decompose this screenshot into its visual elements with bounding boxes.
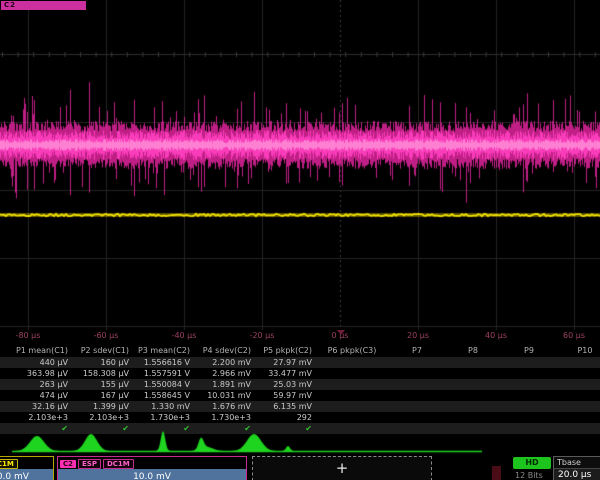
measure-row-sdev: 32.16 µV 1.399 µV 1.330 mV 1.676 mV 6.13… bbox=[0, 401, 600, 412]
measure-value: 155 µV bbox=[71, 379, 132, 390]
descriptor-bar: C1 DC1M 10.0 mV C2 ESP DC1M 10.0 mV + HD… bbox=[0, 456, 600, 480]
time-label: -20 µs bbox=[250, 331, 275, 340]
measure-value: 10.031 mV bbox=[193, 390, 254, 401]
measure-value: 292 bbox=[254, 412, 315, 423]
measure-value: 33.477 mV bbox=[254, 368, 315, 379]
measure-value: 1.730e+3 bbox=[193, 412, 254, 423]
add-trace-button[interactable]: + bbox=[252, 456, 432, 480]
measure-value: 363.98 µV bbox=[10, 368, 71, 379]
measure-value: 2.966 mV bbox=[193, 368, 254, 379]
measurement-histicons bbox=[0, 429, 600, 456]
measure-value: 1.676 mV bbox=[193, 401, 254, 412]
timebase-descriptor[interactable]: Tbase 20.0 µs bbox=[553, 456, 600, 480]
measure-value: 2.103e+3 bbox=[71, 412, 132, 423]
measure-value: 1.330 mV bbox=[132, 401, 193, 412]
trace-annotation-chip[interactable]: C2 bbox=[1, 1, 86, 10]
measure-value: 1.891 mV bbox=[193, 379, 254, 390]
measure-value: 160 µV bbox=[71, 357, 132, 368]
timebase-title: Tbase bbox=[554, 457, 600, 469]
time-label: -40 µs bbox=[172, 331, 197, 340]
measure-header-p8[interactable]: P8 bbox=[445, 345, 501, 357]
measure-row-num: 2.103e+3 2.103e+3 1.730e+3 1.730e+3 292 bbox=[0, 412, 600, 423]
measure-header-p6[interactable]: P6 pkpk(C3) bbox=[315, 345, 389, 357]
trigger-position-icon[interactable] bbox=[337, 330, 345, 335]
trigger-descriptor-partial[interactable] bbox=[492, 466, 501, 480]
measure-row-mean: 363.98 µV 158.308 µV 1.557591 V 2.966 mV… bbox=[0, 368, 600, 379]
measure-value: 27.97 mV bbox=[254, 357, 315, 368]
measure-value: 1.557591 V bbox=[132, 368, 193, 379]
measure-row-value: 440 µV 160 µV 1.556616 V 2.200 mV 27.97 … bbox=[0, 357, 600, 368]
time-label: 20 µs bbox=[407, 331, 429, 340]
measurement-header-row: P1 mean(C1) P2 sdev(C1) P3 mean(C2) P4 s… bbox=[0, 345, 600, 357]
measure-row-min: 263 µV 155 µV 1.550084 V 1.891 mV 25.03 … bbox=[0, 379, 600, 390]
measure-header-p3[interactable]: P3 mean(C2) bbox=[132, 345, 193, 357]
measure-value: 440 µV bbox=[10, 357, 71, 368]
measure-header-p5[interactable]: P5 pkpk(C2) bbox=[254, 345, 315, 357]
measure-header-p10[interactable]: P10 bbox=[557, 345, 600, 357]
measure-value: 2.103e+3 bbox=[10, 412, 71, 423]
timebase-value: 20.0 µs bbox=[554, 469, 600, 480]
measure-header-p4[interactable]: P4 sdev(C2) bbox=[193, 345, 254, 357]
channel-c2-descriptor[interactable]: C2 ESP DC1M 10.0 mV bbox=[57, 456, 247, 480]
measure-header-p9[interactable]: P9 bbox=[501, 345, 557, 357]
c2-coupling-badge: DC1M bbox=[103, 459, 134, 469]
time-axis: -80 µs -60 µs -40 µs -20 µs 0 µs 20 µs 4… bbox=[0, 330, 600, 344]
measurement-table: P1 mean(C1) P2 sdev(C1) P3 mean(C2) P4 s… bbox=[0, 345, 600, 434]
measure-value: 474 µV bbox=[10, 390, 71, 401]
time-label: -60 µs bbox=[94, 331, 119, 340]
hd-mode-badge[interactable]: HD bbox=[513, 457, 551, 469]
measure-value: 1.399 µV bbox=[71, 401, 132, 412]
c1-vdiv-value: 10.0 mV bbox=[0, 469, 53, 480]
measure-value: 25.03 mV bbox=[254, 379, 315, 390]
measure-value: 6.135 mV bbox=[254, 401, 315, 412]
measure-value: 263 µV bbox=[10, 379, 71, 390]
measure-value: 32.16 µV bbox=[10, 401, 71, 412]
measure-value: 1.558645 V bbox=[132, 390, 193, 401]
time-label: -80 µs bbox=[16, 331, 41, 340]
measure-value: 1.556616 V bbox=[132, 357, 193, 368]
c2-label-badge: C2 bbox=[60, 460, 76, 468]
measure-value: 1.550084 V bbox=[132, 379, 193, 390]
time-label: 40 µs bbox=[485, 331, 507, 340]
measure-value: 1.730e+3 bbox=[132, 412, 193, 423]
measure-value: 167 µV bbox=[71, 390, 132, 401]
measure-value: 59.97 mV bbox=[254, 390, 315, 401]
measure-value: 158.308 µV bbox=[71, 368, 132, 379]
measure-header-p7[interactable]: P7 bbox=[389, 345, 445, 357]
time-label: 60 µs bbox=[563, 331, 585, 340]
measure-row-max: 474 µV 167 µV 1.558645 V 10.031 mV 59.97… bbox=[0, 390, 600, 401]
hd-bits-label: 12 Bits bbox=[515, 471, 543, 480]
measure-header-p2[interactable]: P2 sdev(C1) bbox=[71, 345, 132, 357]
channel-c1-descriptor[interactable]: C1 DC1M 10.0 mV bbox=[0, 456, 54, 480]
c2-vdiv-value: 10.0 mV bbox=[58, 469, 246, 480]
measure-header-p1[interactable]: P1 mean(C1) bbox=[10, 345, 71, 357]
waveform-display[interactable] bbox=[0, 0, 600, 330]
oscilloscope-screen: C2 -80 µs -60 µs -40 µs -20 µs 0 µs 20 µ… bbox=[0, 0, 600, 480]
measure-value: 2.200 mV bbox=[193, 357, 254, 368]
c2-esp-badge: ESP bbox=[78, 459, 101, 469]
c1-coupling-badge: DC1M bbox=[0, 459, 18, 469]
